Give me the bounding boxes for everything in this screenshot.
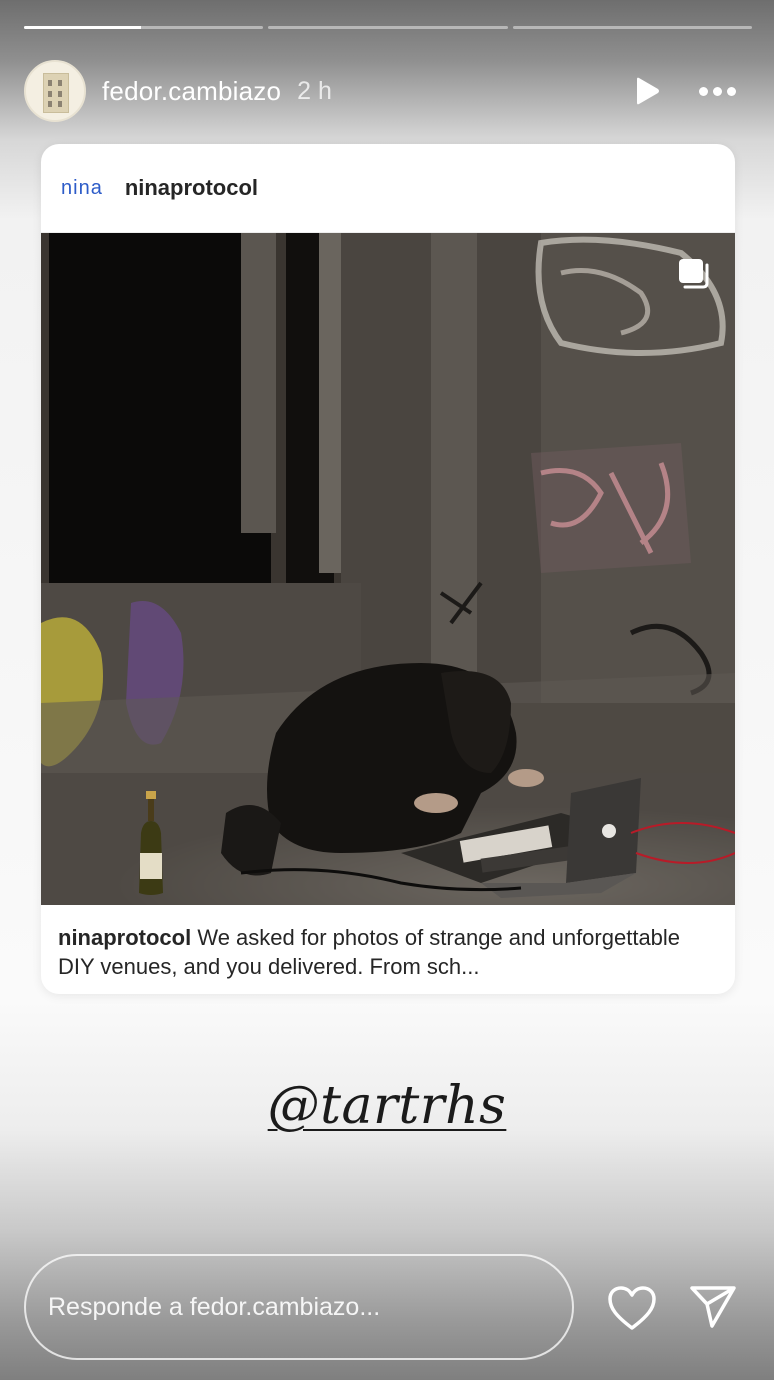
send-icon[interactable] xyxy=(688,1284,738,1330)
venue-photo xyxy=(41,233,735,905)
caption-username: ninaprotocol xyxy=(58,925,192,950)
story-timestamp: 2 h xyxy=(297,76,332,105)
more-horizontal-icon[interactable] xyxy=(699,86,736,96)
story-progress xyxy=(24,26,752,30)
progress-segment xyxy=(24,26,264,29)
building-avatar-image xyxy=(43,73,69,113)
story-username[interactable]: fedor.cambiazo xyxy=(102,76,281,107)
post-caption: ninaprotocol We asked for photos of stra… xyxy=(41,905,735,993)
heart-icon[interactable] xyxy=(606,1284,658,1332)
progress-segment xyxy=(512,26,752,29)
progress-fill xyxy=(24,26,142,29)
shared-post-card[interactable]: nina ninaprotocol ninaprotocol We asked … xyxy=(41,144,735,994)
reply-field-container xyxy=(24,1254,574,1360)
avatar[interactable] xyxy=(24,60,86,122)
mention-sticker[interactable]: @tartrhs xyxy=(268,1076,507,1136)
reply-input[interactable] xyxy=(46,1291,572,1323)
header-actions xyxy=(633,76,750,106)
post-photo[interactable] xyxy=(41,233,735,905)
nina-logo: nina xyxy=(61,176,103,199)
mention-sticker-row: @tartrhs xyxy=(0,1076,774,1136)
play-icon[interactable] xyxy=(633,76,661,106)
story-header: fedor.cambiazo 2 h xyxy=(24,58,750,124)
carousel-icon xyxy=(679,259,709,289)
progress-segment xyxy=(268,26,508,29)
post-header: nina ninaprotocol xyxy=(41,144,735,233)
post-account-name[interactable]: ninaprotocol xyxy=(125,175,258,201)
